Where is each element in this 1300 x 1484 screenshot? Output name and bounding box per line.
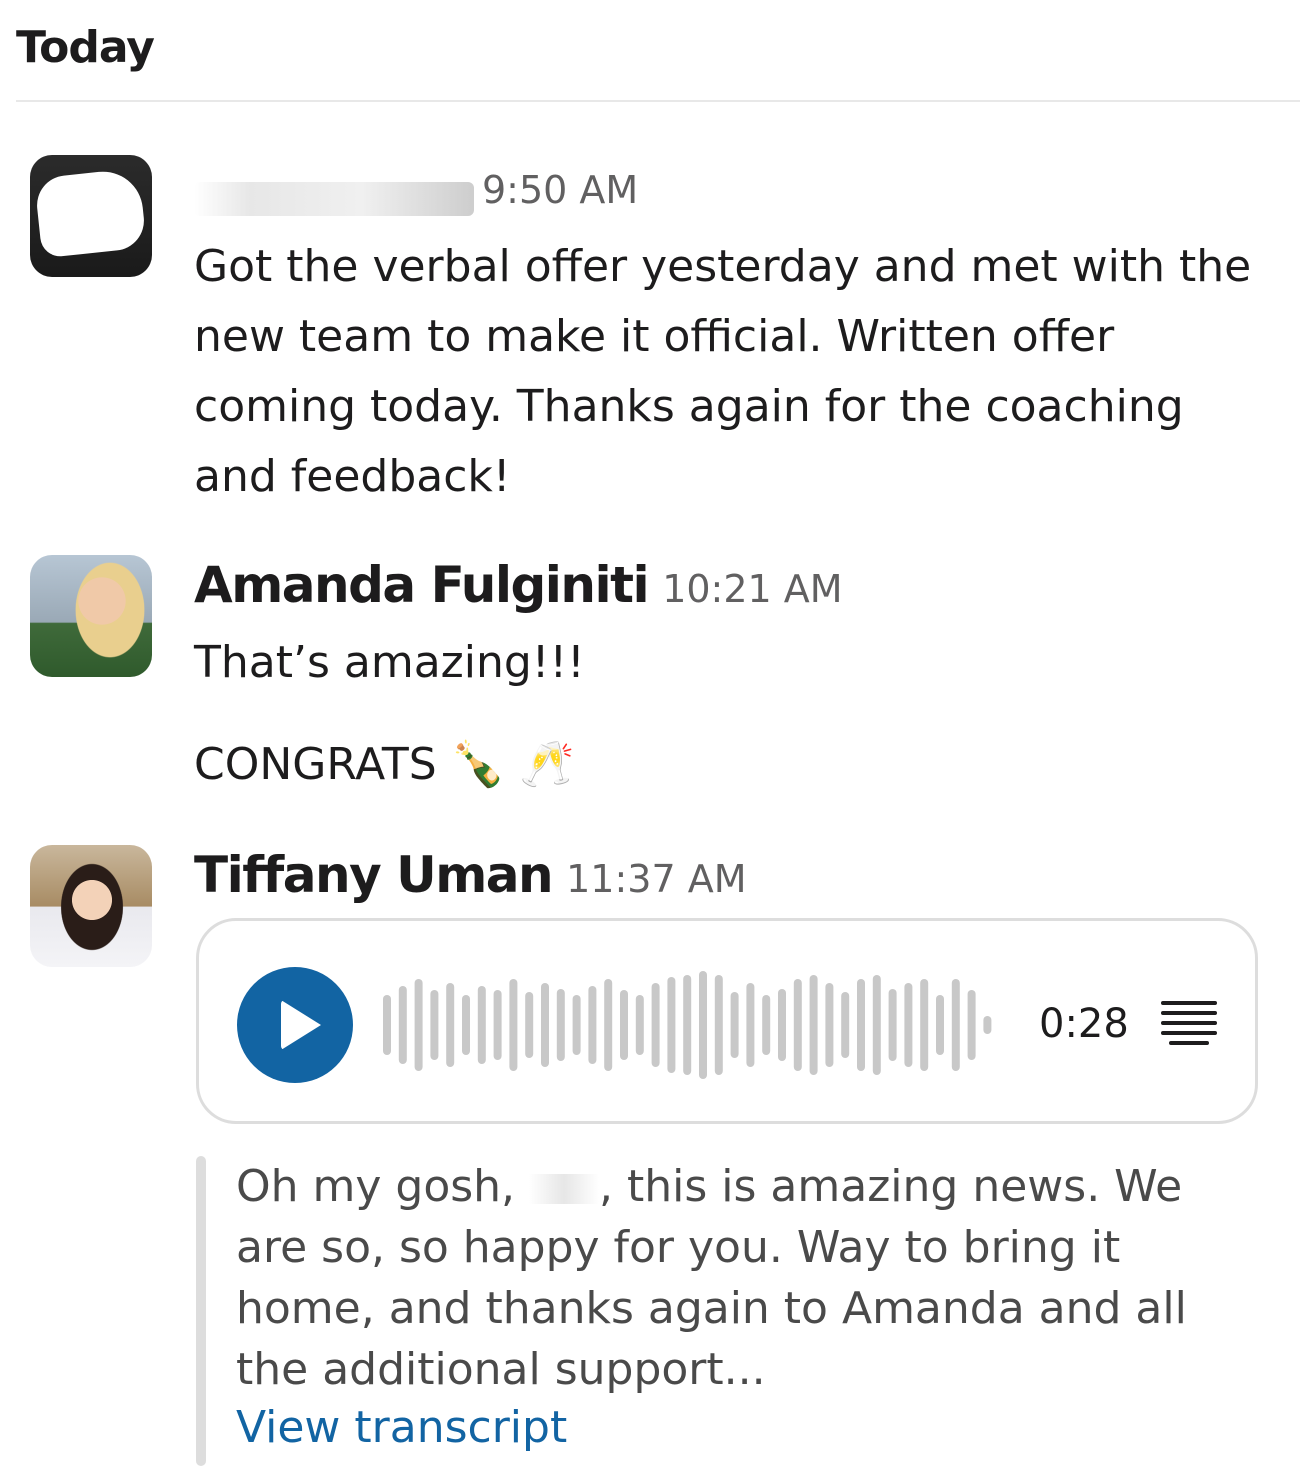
author-name[interactable]: Amanda Fulginiti — [194, 556, 650, 614]
waveform-bar — [414, 979, 423, 1071]
waveform-bar — [809, 975, 818, 1075]
waveform-bar — [746, 983, 755, 1067]
message-text: Got the verbal offer yesterday and met w… — [194, 241, 1252, 502]
waveform-bar — [857, 979, 865, 1071]
message-header: 9:50 AM — [194, 168, 638, 216]
waveform-bar — [825, 983, 834, 1067]
waveform-bar — [446, 983, 455, 1067]
waveform-bar — [730, 992, 739, 1058]
waveform-bar — [841, 992, 850, 1058]
waveform-bar — [651, 983, 660, 1067]
waveform-bar — [714, 975, 723, 1075]
waveform-bar — [683, 975, 692, 1075]
waveform-bar — [383, 995, 391, 1055]
message-text: That’s amazing!!! — [194, 637, 585, 688]
timestamp[interactable]: 10:21 AM — [662, 567, 842, 611]
waveform-bar — [951, 979, 960, 1071]
champagne-bottle-icon: 🍾 — [450, 739, 506, 790]
avatar[interactable] — [30, 845, 152, 967]
message-text-congrats: CONGRATS — [194, 739, 437, 790]
waveform-bar — [762, 995, 771, 1055]
timestamp[interactable]: 11:37 AM — [566, 857, 746, 901]
audio-clip: 0:28 — [196, 918, 1258, 1124]
audio-duration: 0:28 — [1039, 1001, 1129, 1047]
waveform-bar — [936, 995, 944, 1055]
waveform-bar — [920, 979, 929, 1071]
waveform-bar — [588, 986, 597, 1064]
redacted-name — [529, 1174, 600, 1204]
waveform-bar — [509, 979, 518, 1071]
timestamp[interactable]: 9:50 AM — [482, 168, 638, 212]
waveform-bar — [572, 995, 581, 1055]
play-icon[interactable] — [237, 967, 353, 1083]
waveform-bar — [635, 995, 644, 1055]
waveform-bar — [793, 979, 802, 1071]
waveform-bar — [778, 989, 786, 1061]
avatar[interactable] — [30, 155, 152, 277]
avatar[interactable] — [30, 555, 152, 677]
waveform-bar — [493, 990, 502, 1060]
waveform[interactable] — [381, 971, 1001, 1079]
redacted-author-name — [194, 181, 474, 216]
clinking-glasses-icon: 🥂 — [519, 739, 575, 790]
waveform-bar — [888, 989, 897, 1061]
waveform-bar — [872, 975, 881, 1075]
waveform-bar — [477, 986, 486, 1064]
waveform-bar — [430, 990, 439, 1060]
transcript-lines-icon[interactable] — [1161, 1001, 1217, 1047]
transcript-text-start: Oh my gosh, — [236, 1161, 516, 1212]
waveform-bar — [556, 989, 565, 1061]
waveform-bar — [983, 1016, 992, 1034]
waveform-bar — [667, 977, 676, 1073]
waveform-bar — [541, 983, 549, 1067]
waveform-bar — [462, 995, 470, 1055]
waveform-bar — [525, 992, 534, 1058]
waveform-bar — [620, 990, 628, 1060]
view-transcript-link[interactable]: View transcript — [236, 1402, 567, 1453]
waveform-bar — [967, 990, 976, 1060]
waveform-bar — [904, 983, 913, 1067]
message-header: Tiffany Uman 11:37 AM — [194, 846, 747, 904]
transcript-quote-bar — [196, 1156, 206, 1466]
day-divider — [16, 100, 1300, 102]
message-text: CONGRATS 🍾 🥂 — [194, 730, 574, 800]
message-header: Amanda Fulginiti 10:21 AM — [194, 556, 843, 614]
waveform-bar — [699, 971, 707, 1079]
waveform-bar — [604, 979, 613, 1071]
author-name[interactable]: Tiffany Uman — [194, 846, 554, 904]
day-header: Today — [16, 22, 155, 73]
transcript-preview: Oh my gosh, , this is amazing news. We a… — [236, 1156, 1246, 1400]
waveform-bar — [398, 986, 407, 1064]
